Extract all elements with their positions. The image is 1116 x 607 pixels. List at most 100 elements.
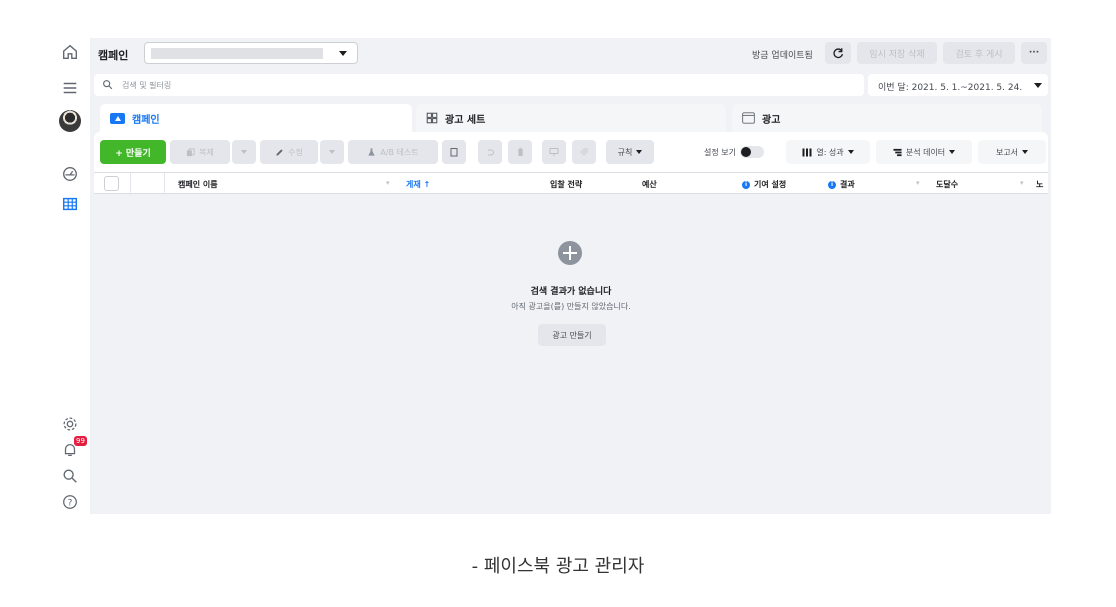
search-filter-bar[interactable]: 검색 및 필터링 <box>94 74 864 96</box>
ab-test-button[interactable]: A/B 테스트 <box>348 140 438 164</box>
column-header-label: 입찰 전략 <box>550 180 583 189</box>
select-all-checkbox[interactable] <box>104 176 119 191</box>
svg-text:?: ? <box>68 499 73 509</box>
column-header-results[interactable]: i 결과 <box>828 179 855 190</box>
clipboard-icon <box>450 148 458 157</box>
toggle-switch[interactable] <box>739 146 764 158</box>
sort-caret-icon[interactable]: ▾ <box>386 179 390 187</box>
column-header-truncated[interactable]: 노 <box>1036 179 1043 190</box>
tag-icon <box>580 148 588 156</box>
chevron-down-icon <box>1034 83 1042 88</box>
avatar[interactable] <box>59 110 81 132</box>
search-placeholder: 검색 및 필터링 <box>122 81 172 90</box>
chevron-down-icon <box>329 150 335 154</box>
undo-button[interactable] <box>478 140 502 164</box>
column-header-label: 기여 설정 <box>754 180 787 189</box>
ads-manager-main: 캠페인 방금 업데이트됨 임시 저장 삭제 검토 후 게시 ··· 검색 및 필… <box>90 38 1051 514</box>
settings-gear-icon[interactable] <box>58 412 82 436</box>
plus-circle-icon[interactable] <box>558 241 582 265</box>
breakdown-icon <box>893 148 902 156</box>
tab-campaigns-label: 캠페인 <box>132 114 160 126</box>
undo-icon <box>488 149 494 156</box>
columns-icon <box>802 148 812 156</box>
column-header-budget[interactable]: 예산 <box>642 179 657 190</box>
tag-button[interactable] <box>572 140 596 164</box>
rules-label: 규칙 <box>617 147 633 157</box>
column-header-delivery[interactable]: 게재 ↑ <box>406 179 430 190</box>
rules-dropdown[interactable]: 규칙 <box>606 140 654 164</box>
column-header-campaign-name[interactable]: 캠페인 이름 <box>178 179 218 190</box>
review-and-publish-button[interactable]: 검토 후 게시 <box>943 42 1015 64</box>
delete-button[interactable] <box>508 140 532 164</box>
table-header: 캠페인 이름 ▾ 게재 ↑ 입찰 전략 예산 i 기여 설정 i 결과 ▾ 도달… <box>94 172 1048 195</box>
date-range-label: 이번 달: 2021. 5. 1.~2021. 5. 24. <box>878 83 1023 93</box>
search-icon[interactable] <box>58 464 82 488</box>
notification-badge: 99 <box>74 436 87 446</box>
left-navigation-rail: 99 ? <box>52 38 88 514</box>
column-divider <box>164 173 165 195</box>
date-range-picker[interactable]: 이번 달: 2021. 5. 1.~2021. 5. 24. <box>868 74 1048 96</box>
column-header-label: 캠페인 이름 <box>178 180 218 189</box>
ads-manager-table-icon[interactable] <box>58 192 82 216</box>
duplicate-dropdown-button[interactable] <box>232 140 256 164</box>
preview-button[interactable] <box>542 140 566 164</box>
edit-button[interactable]: 수정 <box>260 140 318 164</box>
chevron-down-icon <box>636 150 643 154</box>
flask-icon <box>368 148 376 156</box>
column-header-reach[interactable]: 도달수 <box>936 179 958 190</box>
reports-label: 보고서 <box>995 147 1019 157</box>
tab-ads[interactable]: 광고 <box>732 104 1042 132</box>
delete-draft-icon-button[interactable] <box>442 140 466 164</box>
column-header-label: 게재 ↑ <box>406 180 431 189</box>
ad-sets-grid-icon <box>426 112 438 124</box>
view-settings-toggle[interactable]: 설정 보기 <box>704 140 764 164</box>
discard-drafts-button[interactable]: 임시 저장 삭제 <box>857 42 937 64</box>
chevron-down-icon <box>847 150 854 154</box>
info-icon: i <box>742 180 750 189</box>
ad-window-icon <box>742 112 755 124</box>
page-title: 캠페인 <box>98 49 129 62</box>
campaign-selector-value <box>151 48 323 59</box>
campaign-selector-dropdown[interactable] <box>144 42 358 64</box>
breakdown-dropdown[interactable]: 분석 데이터 <box>876 140 972 164</box>
reports-dropdown[interactable]: 보고서 <box>978 140 1046 164</box>
ab-test-label: A/B 테스트 <box>380 147 419 157</box>
duplicate-label: 복제 <box>199 147 214 157</box>
sort-caret-icon[interactable]: ▾ <box>1020 179 1024 187</box>
edit-label: 수정 <box>288 147 303 157</box>
columns-label: 열: 성과 <box>816 147 844 157</box>
empty-state-title: 검색 결과가 없습니다 <box>530 287 612 297</box>
help-icon[interactable]: ? <box>58 490 82 514</box>
refresh-button[interactable] <box>825 42 851 64</box>
tab-campaigns[interactable]: 캠페인 <box>100 104 412 132</box>
search-icon <box>103 80 113 90</box>
create-button[interactable]: + 만들기 <box>100 140 166 164</box>
menu-icon[interactable] <box>58 76 82 100</box>
duplicate-icon <box>187 147 195 156</box>
home-icon[interactable] <box>58 40 82 64</box>
preview-icon <box>549 148 559 156</box>
column-header-label: 예산 <box>642 180 657 189</box>
duplicate-button[interactable]: 복제 <box>170 140 230 164</box>
chevron-down-icon <box>949 150 956 154</box>
edit-dropdown-button[interactable] <box>320 140 344 164</box>
tab-ad-sets-label: 광고 세트 <box>445 114 486 126</box>
pencil-icon <box>276 148 283 156</box>
chevron-down-icon <box>1022 150 1029 154</box>
chevron-down-icon <box>339 51 347 56</box>
create-ad-button[interactable]: 광고 만들기 <box>538 324 606 346</box>
empty-state-subtitle: 아직 광고을(를) 만들지 않았습니다. <box>511 302 631 311</box>
column-header-label: 도달수 <box>936 180 959 189</box>
info-icon: i <box>828 180 836 189</box>
column-header-label: 노 <box>1036 180 1044 189</box>
columns-dropdown[interactable]: 열: 성과 <box>786 140 870 164</box>
column-header-attribution[interactable]: i 기여 설정 <box>742 179 786 190</box>
empty-state: 검색 결과가 없습니다 아직 광고을(를) 만들지 않았습니다. 광고 만들기 <box>94 194 1048 514</box>
view-settings-label: 설정 보기 <box>704 147 736 157</box>
tab-ad-sets[interactable]: 광고 세트 <box>416 104 726 132</box>
more-options-button[interactable]: ··· <box>1021 42 1047 64</box>
notifications-bell-icon[interactable]: 99 <box>58 436 87 462</box>
dashboard-gauge-icon[interactable] <box>58 162 82 186</box>
sort-caret-icon[interactable]: ▾ <box>916 179 920 187</box>
column-header-bid-strategy[interactable]: 입찰 전략 <box>550 179 582 190</box>
